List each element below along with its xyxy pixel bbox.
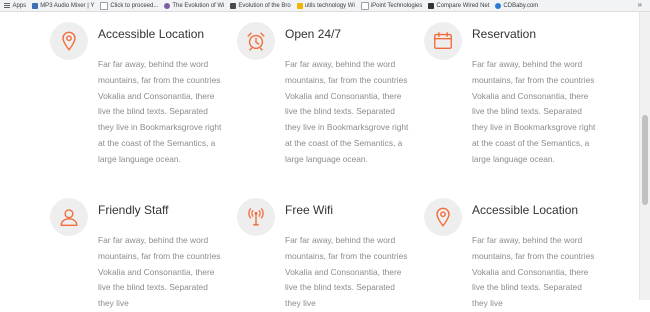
favicon-icon — [428, 2, 435, 9]
bookmark-label: Evolution of the Bro — [238, 2, 291, 9]
bookmark-label: Compare Wired Net — [436, 2, 490, 9]
alarm-clock-icon — [247, 32, 265, 51]
scrollbar-thumb[interactable] — [642, 115, 648, 205]
feature-description: Far far away, behind the word mountains,… — [98, 235, 221, 309]
location-pin-icon — [436, 207, 450, 227]
feature-title: Open 24/7 — [285, 27, 342, 41]
more-bookmarks-button[interactable]: » — [638, 0, 642, 10]
location-pin-icon — [62, 31, 76, 51]
bookmark-item[interactable]: MP3 Audio Mixer | Y — [32, 0, 94, 11]
feature-title: Reservation — [472, 27, 537, 41]
bookmark-item[interactable]: iPoint Technologies — [360, 0, 423, 11]
bookmarks-bar: Apps MP3 Audio Mixer | Y Click to procee… — [0, 0, 650, 12]
favicon-icon — [495, 2, 502, 9]
bookmark-label: CDBaby.com — [503, 2, 539, 9]
feature-title: Free Wifi — [285, 203, 333, 217]
page-icon — [360, 1, 369, 10]
bookmark-apps[interactable]: Apps — [0, 0, 26, 11]
favicon-icon — [32, 2, 39, 9]
feature-icon-circle — [50, 198, 88, 236]
feature-title: Accessible Location — [472, 203, 579, 217]
features-section: Accessible Location Far far away, behind… — [0, 12, 640, 308]
feature-description: Far far away, behind the word mountains,… — [285, 235, 408, 309]
bookmark-item[interactable]: Evolution of the Bro — [230, 0, 291, 11]
bookmark-item[interactable]: utils technology Wi — [296, 0, 355, 11]
wifi-antenna-icon — [248, 208, 264, 226]
feature-icon-circle — [424, 198, 462, 236]
person-icon — [60, 209, 78, 226]
feature-icon-circle — [424, 22, 462, 60]
page-scrollbar[interactable] — [639, 12, 650, 300]
feature-description: Far far away, behind the word mountains,… — [472, 235, 595, 309]
bookmark-label: utils technology Wi — [304, 2, 355, 9]
bookmark-item[interactable]: Compare Wired Net — [428, 0, 489, 11]
feature-description: Far far away, behind the word mountains,… — [98, 59, 222, 164]
bookmark-item[interactable]: Click to proceed... — [100, 0, 158, 11]
apps-grid-icon — [4, 2, 10, 9]
feature-description: Far far away, behind the word mountains,… — [472, 59, 596, 164]
feature-icon-circle — [237, 198, 275, 236]
page-icon — [100, 1, 109, 10]
feature-icon-circle — [237, 22, 275, 60]
favicon-icon — [164, 2, 171, 9]
bookmark-label: Click to proceed... — [110, 2, 159, 9]
bookmark-label: MP3 Audio Mixer | Y — [40, 2, 95, 9]
bookmark-item[interactable]: CDBaby.com — [495, 0, 538, 11]
feature-icon-circle — [50, 22, 88, 60]
feature-title: Friendly Staff — [98, 203, 169, 217]
feature-title: Accessible Location — [98, 27, 205, 41]
feature-description: Far far away, behind the word mountains,… — [285, 59, 409, 164]
calendar-icon — [434, 32, 452, 50]
bookmark-item[interactable]: The Evolution of Wi — [164, 0, 224, 11]
bookmark-label: The Evolution of Wi — [172, 2, 225, 9]
bookmark-label: Apps — [12, 2, 27, 9]
favicon-icon — [296, 2, 303, 9]
bookmark-label: iPoint Technologies — [370, 2, 423, 9]
favicon-icon — [230, 2, 237, 9]
